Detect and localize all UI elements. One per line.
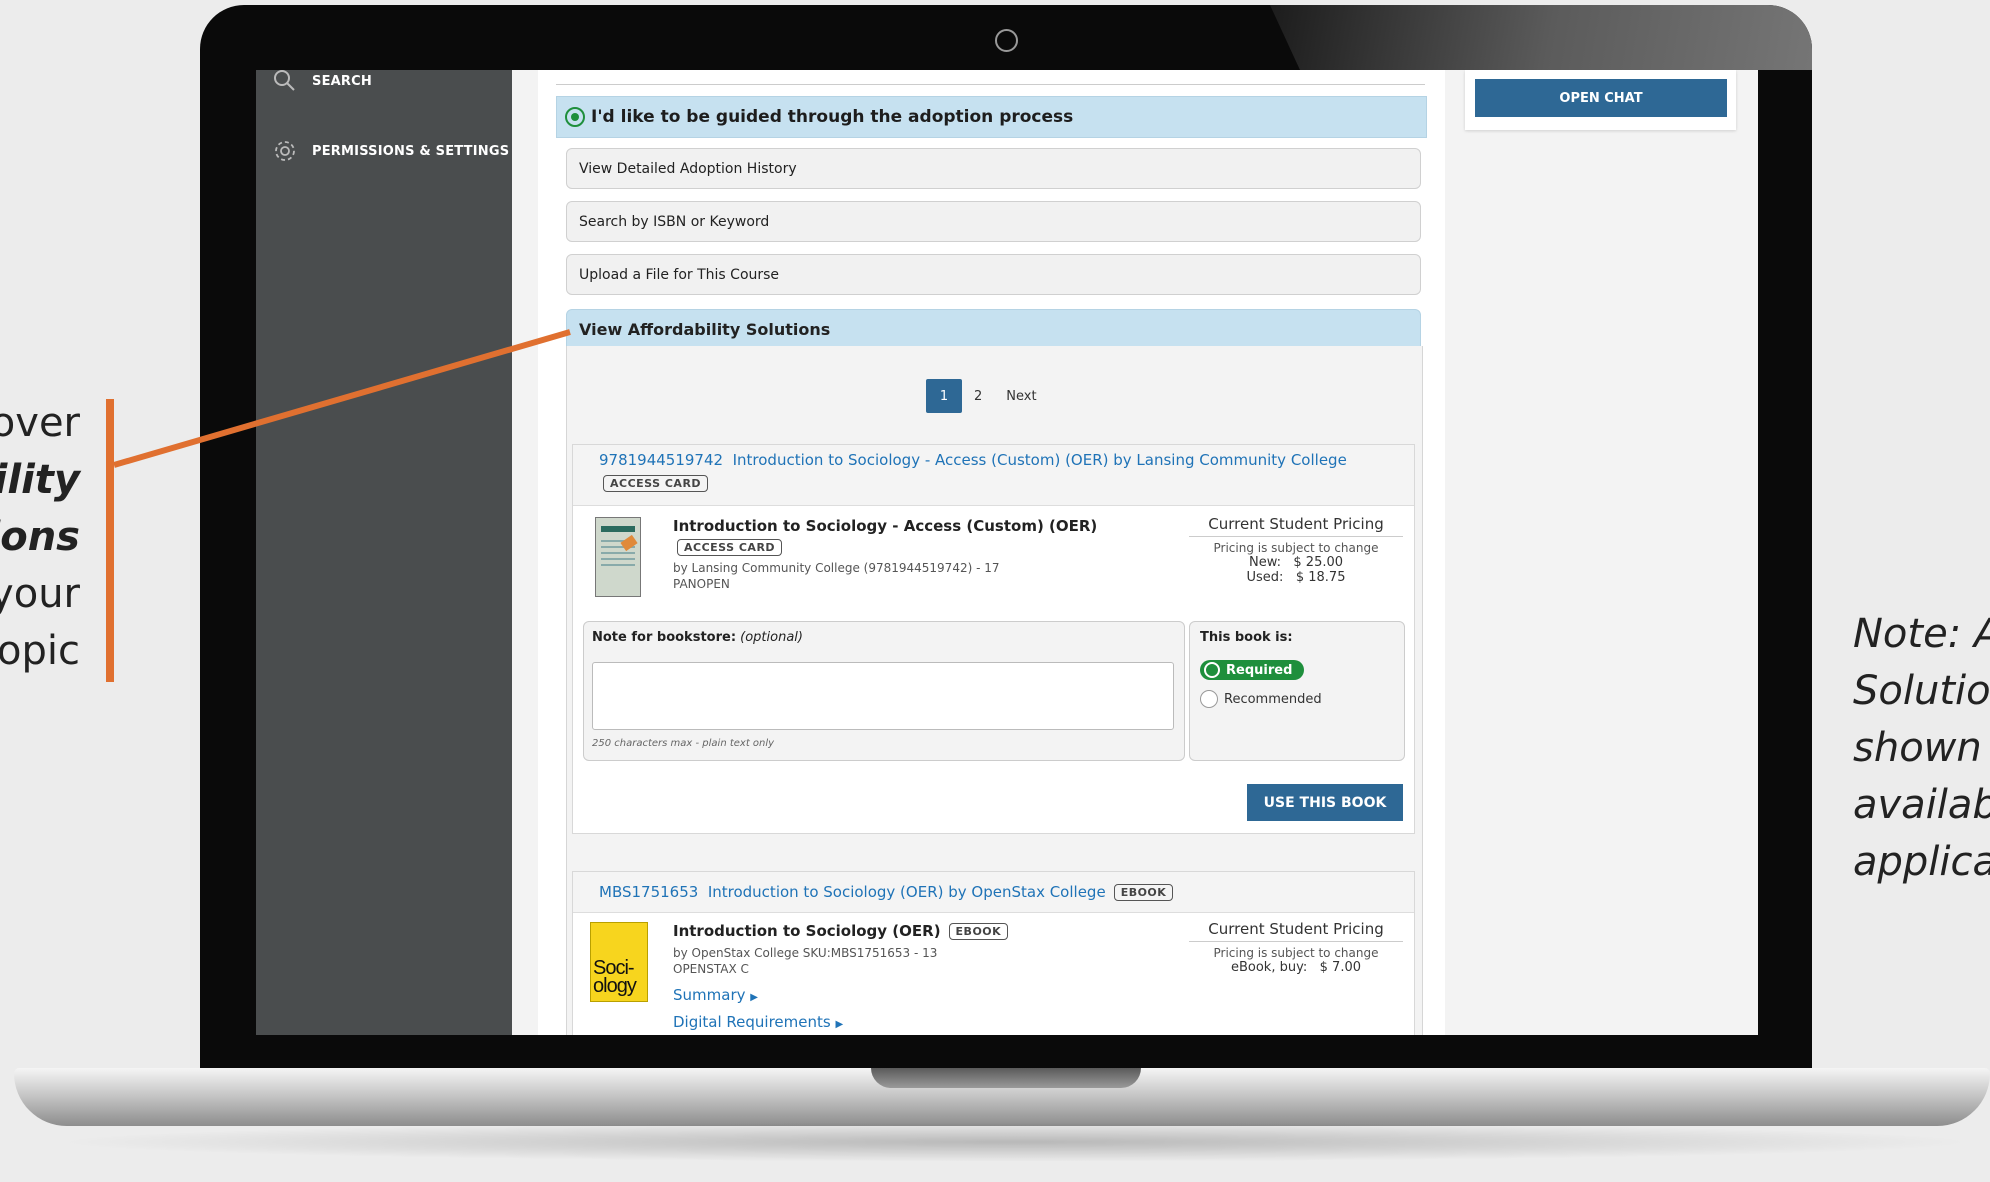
laptop-notch (871, 1068, 1141, 1088)
callout-pointer (113, 329, 571, 468)
callout-pointer-line (113, 329, 571, 468)
laptop-shadow (50, 1122, 1980, 1162)
